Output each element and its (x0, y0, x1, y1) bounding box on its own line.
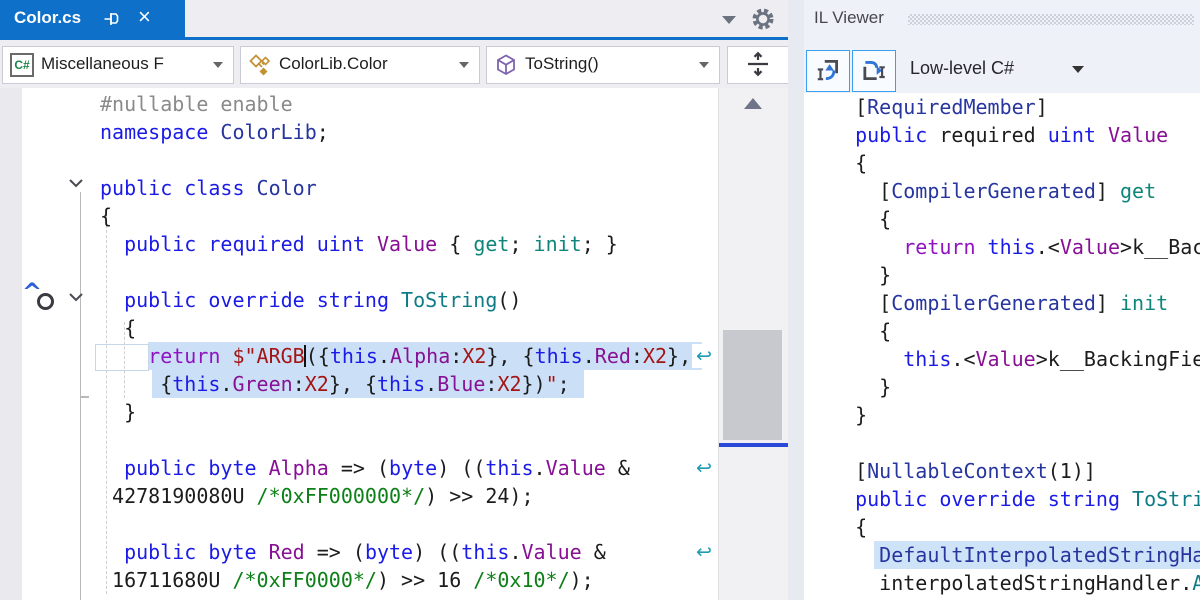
code-line[interactable]: #nullable enable (100, 90, 718, 118)
code-line[interactable]: public required uint Value (831, 121, 1200, 149)
code-line[interactable]: public override string ToString() (831, 485, 1200, 513)
code-line[interactable] (100, 258, 718, 286)
code-line[interactable]: return this.<Value>k__BackingField; (831, 233, 1200, 261)
type-dropdown[interactable]: ColorLib.Color (240, 46, 480, 84)
code-line[interactable]: public class Color (100, 174, 718, 202)
code-line[interactable]: { (831, 513, 1200, 541)
overrides-member-ring-icon[interactable] (37, 293, 54, 310)
pin-icon[interactable] (102, 10, 120, 33)
code-line[interactable] (100, 510, 718, 538)
code-line[interactable]: } (831, 261, 1200, 289)
sync-caret-to-il-button[interactable] (806, 50, 850, 92)
scrollbar-caret-marker (719, 443, 788, 447)
il-viewer-title: IL Viewer (814, 8, 884, 28)
code-line[interactable]: return $"ARGB({this.Alpha:X2}, {this.Red… (100, 342, 718, 370)
code-line[interactable] (100, 426, 718, 454)
project-dropdown[interactable]: C# Miscellaneous F (2, 46, 234, 84)
code-line[interactable]: DefaultInterpolatedStringHandler interpo… (831, 541, 1200, 569)
code-line[interactable]: { (831, 205, 1200, 233)
close-icon[interactable]: × (138, 4, 151, 30)
code-line[interactable]: [NullableContext(1)] (831, 457, 1200, 485)
code-line[interactable]: { (100, 314, 718, 342)
code-line[interactable]: namespace ColorLib; (100, 118, 718, 146)
sync-il-to-caret-button[interactable] (852, 50, 896, 92)
chevron-down-icon (699, 62, 709, 68)
code-line[interactable]: interpolatedStringHandler.AppendLiteral(… (831, 569, 1200, 597)
code-line[interactable]: [RequiredMember] (831, 93, 1200, 121)
navigation-bar: C# Miscellaneous F ColorLib.Color (0, 40, 788, 88)
code-line[interactable]: [CompilerGenerated] get (831, 177, 1200, 205)
il-viewer-header: IL Viewer Low-level C# (804, 0, 1200, 93)
vertical-scrollbar[interactable] (718, 88, 788, 600)
code-line[interactable] (100, 146, 718, 174)
class-icon (248, 53, 272, 82)
gear-icon[interactable] (750, 6, 776, 37)
member-dropdown[interactable]: ToString() (486, 46, 720, 84)
scrollbar-thumb[interactable] (723, 330, 782, 440)
tab-strip: Color.cs × (0, 0, 788, 40)
tab-title: Color.cs (14, 8, 81, 28)
il-mode-dropdown[interactable]: Low-level C# (910, 58, 1014, 79)
line-wrap-icon: ↩ (692, 344, 716, 368)
code-line[interactable]: public required uint Value { get; init; … (100, 230, 718, 258)
fold-collapse-icon[interactable] (67, 176, 85, 195)
panel-splitter[interactable] (788, 0, 804, 600)
code-line[interactable]: { (100, 202, 718, 230)
code-line[interactable]: this.<Value>k__BackingField = value; (831, 345, 1200, 373)
code-line[interactable]: { (831, 149, 1200, 177)
chevron-down-icon (459, 62, 469, 68)
code-line[interactable]: { (831, 317, 1200, 345)
type-dropdown-label: ColorLib.Color (279, 54, 388, 74)
code-line[interactable]: [CompilerGenerated] init (831, 289, 1200, 317)
sync-caret-to-il-icon (814, 56, 842, 84)
tool-window-grip[interactable] (908, 14, 1194, 25)
fold-collapse-icon[interactable] (67, 290, 85, 309)
csharp-project-icon: C# (10, 53, 34, 77)
sync-il-to-caret-icon (860, 56, 888, 84)
code-line[interactable]: public byte Alpha => (byte) ((this.Value… (100, 454, 718, 482)
window-list-chevron-icon[interactable] (722, 16, 736, 24)
code-line[interactable]: 16711680U /*0xFF0000*/) >> 16 /*0x10*/); (100, 566, 718, 594)
chevron-down-icon[interactable] (1072, 66, 1084, 73)
code-line[interactable]: public override string ToString() (100, 286, 718, 314)
il-code-area[interactable]: [RequiredMember] public required uint Va… (804, 93, 1200, 600)
member-dropdown-label: ToString() (525, 54, 599, 74)
code-line[interactable] (831, 429, 1200, 457)
project-dropdown-label: Miscellaneous F (41, 54, 206, 74)
ide-window: Color.cs × C# Miscellaneous F (0, 0, 1200, 600)
code-line[interactable]: } (831, 401, 1200, 429)
line-wrap-icon: ↩ (692, 456, 716, 480)
line-wrap-icon: ↩ (692, 540, 716, 564)
split-icon (744, 50, 772, 78)
code-line[interactable]: } (100, 398, 718, 426)
split-editor-button[interactable] (727, 46, 789, 84)
method-cube-icon (494, 53, 518, 82)
chevron-down-icon (213, 62, 223, 68)
code-line[interactable]: {this.Green:X2}, {this.Blue:X2})"; (100, 370, 718, 398)
code-line[interactable]: 4278190080U /*0xFF000000*/) >> 24); (100, 482, 718, 510)
code-line[interactable]: public byte Red => (byte) ((this.Value & (100, 538, 718, 566)
scrollbar-up-arrow[interactable] (744, 98, 762, 109)
source-code-area[interactable]: #nullable enablenamespace ColorLib; publi… (0, 90, 718, 600)
code-line[interactable]: } (831, 373, 1200, 401)
tab-color-cs[interactable]: Color.cs × (0, 0, 185, 40)
